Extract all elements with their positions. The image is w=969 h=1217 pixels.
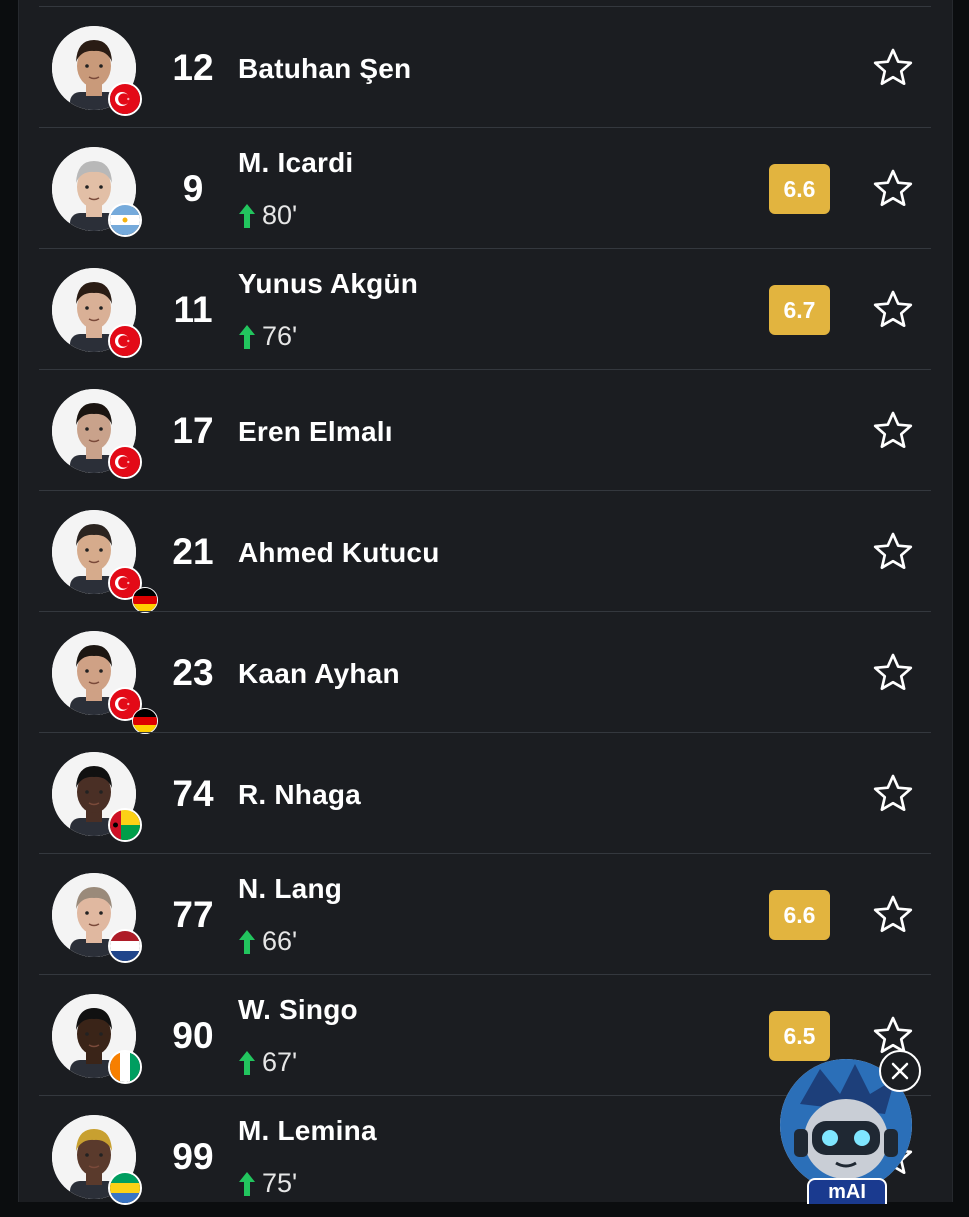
player-name: Yunus Akgün [238,268,419,299]
squad-list: 12 Batuhan Şen 9 M. Icardi 80' 6.6 11 Yunus Akg… [18,0,953,1205]
close-icon [891,1062,909,1080]
sub-minute: 67' [262,1047,298,1077]
shirt-number: 21 [172,531,214,572]
star-outline-icon [873,411,913,449]
arrow-up-icon [239,1171,255,1196]
rating-badge: 6.5 [769,1011,830,1061]
assistant-widget[interactable]: mAI [777,1050,921,1204]
shirt-number: 99 [172,1136,214,1177]
player-row[interactable]: 77 N. Lang 66' 6.6 [39,853,931,975]
sub-minute: 75' [262,1168,298,1198]
favorite-button[interactable] [870,408,916,454]
sub-minute: 80' [262,200,298,230]
star-outline-icon [873,48,913,86]
rating-badge: 6.6 [769,890,830,940]
substitution-info: 66' [238,926,297,957]
sub-minute: 76' [262,321,298,351]
favorite-button[interactable] [870,287,916,333]
flag-germany-icon [132,708,158,734]
player-row[interactable]: 23 Kaan Ayhan [39,611,931,734]
substitution-info: 75' [238,1168,297,1199]
assistant-label: mAI [807,1178,887,1204]
sub-minute: 66' [262,926,298,956]
player-row[interactable]: 12 Batuhan Şen [39,6,931,128]
close-assistant-button[interactable] [879,1050,921,1092]
favorite-button[interactable] [870,771,916,817]
star-outline-icon [873,895,913,933]
shirt-number: 12 [172,47,214,88]
shirt-number: 11 [173,289,213,330]
shirt-number: 17 [172,410,214,451]
substitution-info: 76' [238,321,297,352]
player-name: M. Icardi [238,147,354,178]
star-outline-icon [873,169,913,207]
star-outline-icon [873,774,913,812]
player-row[interactable]: 17 Eren Elmalı [39,369,931,491]
star-outline-icon [873,653,913,691]
rating-badge: 6.7 [769,285,830,335]
shirt-number: 74 [172,773,214,814]
player-name: Eren Elmalı [238,416,393,447]
player-name: R. Nhaga [238,779,361,810]
rating-badge: 6.6 [769,164,830,214]
player-name: Batuhan Şen [238,53,412,84]
favorite-button[interactable] [870,892,916,938]
player-row[interactable]: 9 M. Icardi 80' 6.6 [39,127,931,249]
shirt-number: 90 [172,1015,214,1056]
star-outline-icon [873,532,913,570]
player-row[interactable]: 74 R. Nhaga [39,732,931,854]
shirt-number: 23 [172,652,214,693]
player-name: Kaan Ayhan [238,658,400,689]
arrow-up-icon [239,324,255,349]
star-outline-icon [873,290,913,328]
substitution-info: 80' [238,200,297,231]
substitution-info: 67' [238,1047,297,1078]
player-name: N. Lang [238,873,343,904]
player-name: Ahmed Kutucu [238,537,440,568]
shirt-number: 77 [172,894,214,935]
favorite-button[interactable] [870,166,916,212]
favorite-button[interactable] [870,45,916,91]
flag-germany-icon [132,587,158,613]
player-name: W. Singo [238,994,358,1025]
player-row[interactable]: 21 Ahmed Kutucu [39,490,931,613]
shirt-number: 9 [182,168,204,209]
player-row[interactable]: 11 Yunus Akgün 76' 6.7 [39,248,931,370]
arrow-up-icon [239,929,255,954]
favorite-button[interactable] [870,650,916,696]
player-name: M. Lemina [238,1115,377,1146]
favorite-button[interactable] [870,529,916,575]
arrow-up-icon [239,1050,255,1075]
arrow-up-icon [239,203,255,228]
